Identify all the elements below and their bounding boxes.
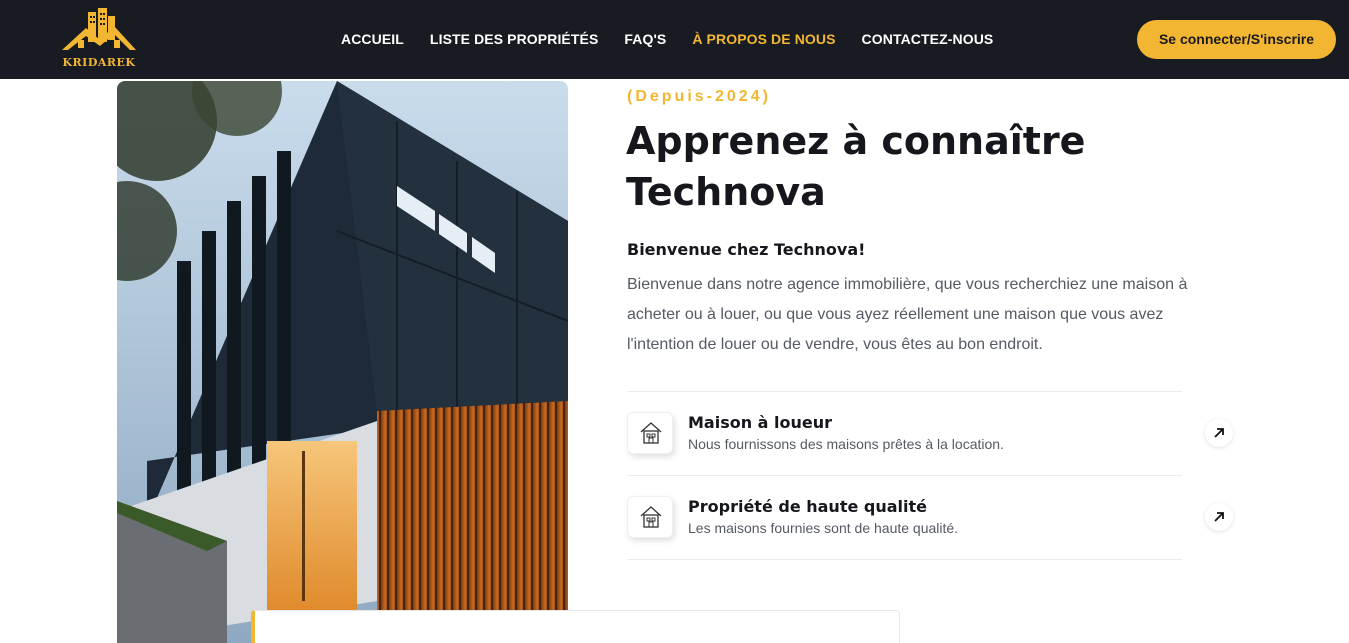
feature-quality[interactable]: Propriété de haute qualité Les maisons f… bbox=[627, 493, 1233, 553]
nav-item-faq[interactable]: FAQ'S bbox=[624, 31, 666, 47]
feature-rental[interactable]: Maison à loueur Nous fournissons des mai… bbox=[627, 409, 1233, 469]
divider bbox=[627, 475, 1182, 476]
since-label: (Depuis-2024) bbox=[627, 88, 771, 105]
nav-item-about[interactable]: À PROPOS DE NOUS bbox=[692, 31, 835, 47]
feature-title: Maison à loueur bbox=[688, 413, 833, 432]
logo-text: KRIDAREK bbox=[62, 56, 136, 69]
site-header: KRIDAREK ACCUEIL LISTE DES PROPRIÉTÉS FA… bbox=[0, 0, 1349, 79]
nav-item-contact[interactable]: CONTACTEZ-NOUS bbox=[862, 31, 994, 47]
logo[interactable]: KRIDAREK bbox=[58, 6, 140, 69]
login-button[interactable]: Se connecter/S'inscrire bbox=[1137, 20, 1336, 59]
page-title: Apprenez à connaître Technova bbox=[626, 119, 1086, 214]
divider bbox=[627, 559, 1182, 560]
main-nav: ACCUEIL LISTE DES PROPRIÉTÉS FAQ'S À PRO… bbox=[341, 31, 1019, 47]
about-description: Bienvenue dans notre agence immobilière,… bbox=[627, 276, 1188, 353]
building-image bbox=[117, 81, 568, 643]
nav-item-properties[interactable]: LISTE DES PROPRIÉTÉS bbox=[430, 31, 598, 47]
house-icon bbox=[627, 496, 673, 538]
feature-title: Propriété de haute qualité bbox=[688, 497, 927, 516]
divider bbox=[627, 391, 1182, 392]
arrow-up-right-icon[interactable] bbox=[1205, 419, 1233, 447]
welcome-heading: Bienvenue chez Technova! bbox=[627, 240, 866, 259]
logo-building-icon bbox=[62, 8, 136, 50]
nav-item-accueil[interactable]: ACCUEIL bbox=[341, 31, 404, 47]
building-photo bbox=[117, 81, 568, 643]
feature-subtitle: Nous fournissons des maisons prêtes à la… bbox=[688, 436, 1004, 452]
bottom-card bbox=[251, 610, 900, 643]
feature-subtitle: Les maisons fournies sont de haute quali… bbox=[688, 520, 959, 536]
house-icon bbox=[627, 412, 673, 454]
arrow-up-right-icon[interactable] bbox=[1205, 503, 1233, 531]
